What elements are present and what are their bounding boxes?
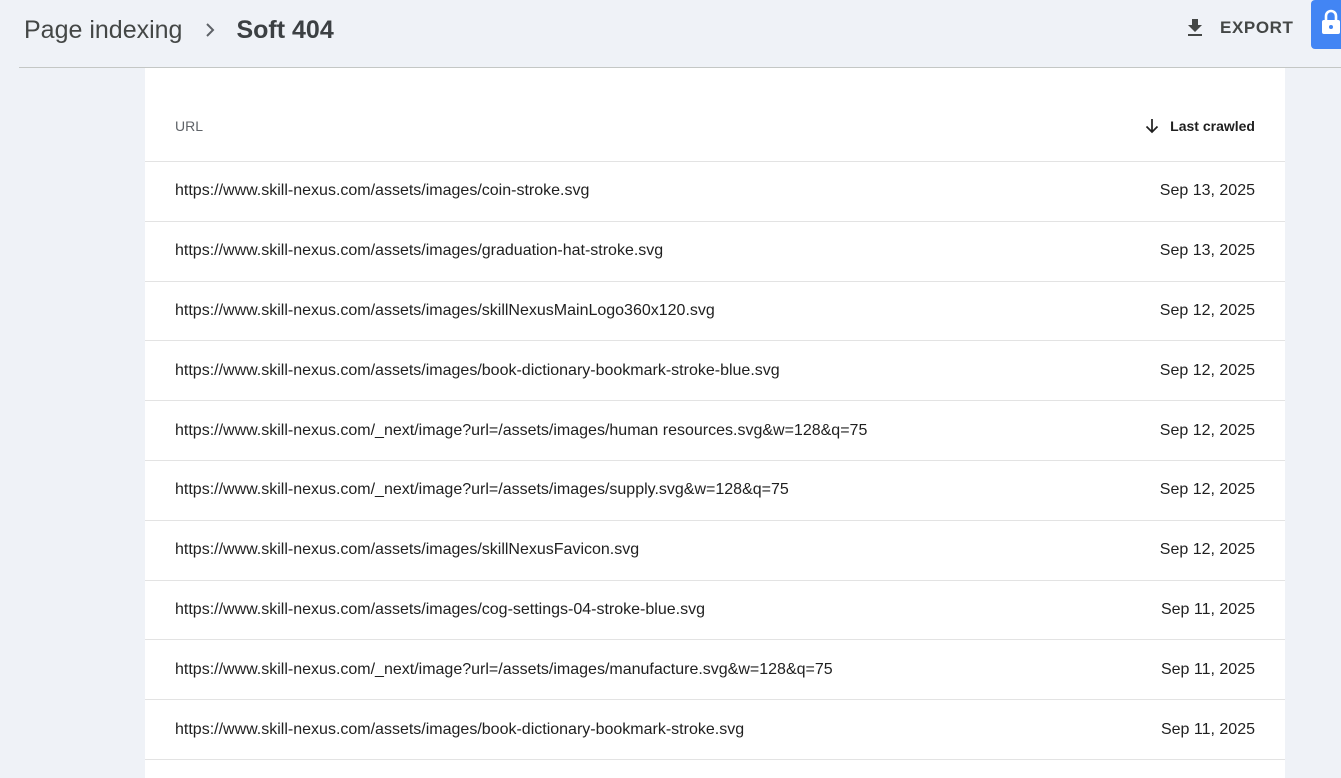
lock-button[interactable] bbox=[1311, 0, 1341, 49]
row-last-crawled: Sep 12, 2025 bbox=[1159, 361, 1255, 379]
table-header: URL Last crawled bbox=[145, 68, 1285, 162]
row-url: https://www.skill-nexus.com/assets/image… bbox=[175, 301, 715, 319]
row-url: https://www.skill-nexus.com/_next/image?… bbox=[175, 481, 789, 499]
row-url: https://www.skill-nexus.com/assets/image… bbox=[175, 541, 640, 559]
table-row[interactable]: https://www.skill-nexus.com/assets/image… bbox=[145, 341, 1285, 402]
page-title: Soft 404 bbox=[236, 15, 334, 44]
row-url: https://www.skill-nexus.com/assets/image… bbox=[175, 361, 780, 379]
row-url: https://www.skill-nexus.com/assets/image… bbox=[175, 720, 745, 738]
table-row[interactable]: https://www.skill-nexus.com/_next/image?… bbox=[145, 401, 1285, 461]
breadcrumb: Page indexing Soft 404 bbox=[24, 12, 334, 48]
export-button[interactable]: EXPORT bbox=[1180, 10, 1294, 46]
row-last-crawled: Sep 11, 2025 bbox=[1160, 600, 1255, 618]
row-last-crawled: Sep 13, 2025 bbox=[1159, 182, 1255, 200]
row-last-crawled: Sep 11, 2025 bbox=[1160, 720, 1255, 738]
lock-icon bbox=[1319, 8, 1341, 41]
table-row[interactable]: https://www.skill-nexus.com/assets/image… bbox=[145, 700, 1285, 760]
row-url: https://www.skill-nexus.com/_next/image?… bbox=[175, 421, 868, 439]
page-header: Page indexing Soft 404 EXPORT bbox=[0, 0, 1341, 67]
row-last-crawled: Sep 12, 2025 bbox=[1159, 541, 1255, 559]
table-row[interactable]: https://www.skill-nexus.com/assets/image… bbox=[145, 162, 1285, 222]
table-row[interactable]: https://www.skill-nexus.com/_next/image?… bbox=[145, 461, 1285, 521]
row-url: https://www.skill-nexus.com/assets/image… bbox=[175, 600, 705, 618]
row-url: https://www.skill-nexus.com/_next/image?… bbox=[175, 660, 833, 678]
table-row[interactable]: https://www.skill-nexus.com/assets/image… bbox=[145, 521, 1285, 581]
column-header-last-crawled[interactable]: Last crawled bbox=[1143, 117, 1255, 135]
last-crawled-label: Last crawled bbox=[1170, 117, 1255, 134]
row-last-crawled: Sep 13, 2025 bbox=[1159, 242, 1255, 260]
breadcrumb-page-indexing[interactable]: Page indexing bbox=[24, 16, 182, 45]
soft-404-table-card: URL Last crawled https://www.skill-nexus… bbox=[145, 68, 1285, 778]
row-last-crawled: Sep 12, 2025 bbox=[1159, 421, 1255, 439]
column-header-url: URL bbox=[175, 117, 204, 134]
export-label: EXPORT bbox=[1220, 18, 1294, 37]
row-last-crawled: Sep 11, 2025 bbox=[1160, 660, 1255, 678]
table-row[interactable]: https://www.skill-nexus.com/_next/image?… bbox=[145, 640, 1285, 701]
row-url: https://www.skill-nexus.com/assets/image… bbox=[175, 182, 590, 200]
arrow-down-icon bbox=[1143, 117, 1161, 135]
table-row[interactable]: https://www.skill-nexus.com/assets/image… bbox=[145, 581, 1285, 641]
table-row[interactable]: https://www.skill-nexus.com/assets/image… bbox=[145, 282, 1285, 342]
chevron-right-icon bbox=[198, 18, 222, 42]
download-icon bbox=[1180, 13, 1210, 43]
table-row[interactable]: https://www.skill-nexus.com/assets/image… bbox=[145, 222, 1285, 282]
row-last-crawled: Sep 12, 2025 bbox=[1159, 481, 1255, 499]
row-url: https://www.skill-nexus.com/assets/image… bbox=[175, 242, 664, 260]
row-last-crawled: Sep 12, 2025 bbox=[1159, 301, 1255, 319]
